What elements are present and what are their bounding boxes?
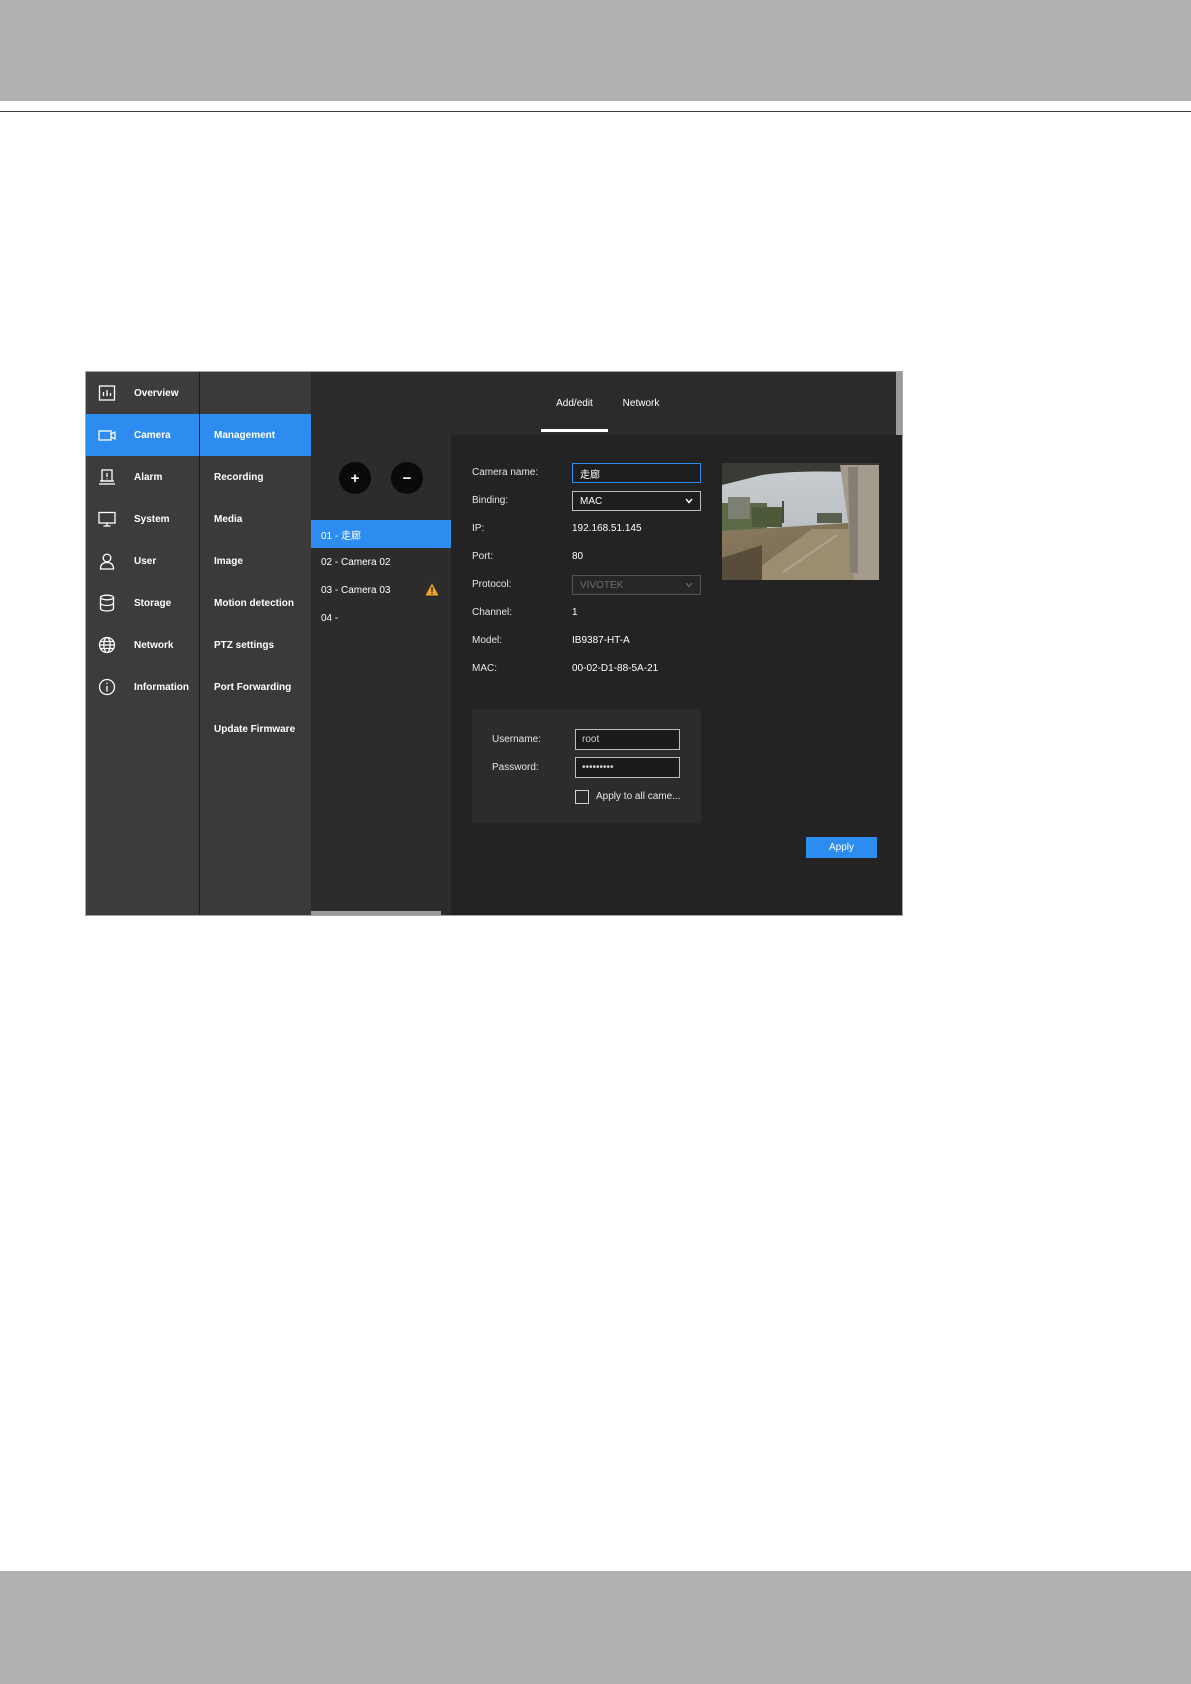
protocol-value: VIVOTEK <box>580 579 624 591</box>
nav-item-overview[interactable]: Overview <box>86 372 199 414</box>
chevron-down-icon <box>685 498 693 504</box>
nav-item-user[interactable]: User <box>86 540 199 582</box>
camera-detail-panel: Camera name: 走廊 Binding: MAC IP: 192.168… <box>451 435 901 915</box>
mac-label: MAC: <box>472 663 497 674</box>
camera-list-item[interactable]: 03 - Camera 03 <box>311 576 451 604</box>
camera-list-item-label: 04 - <box>321 612 339 624</box>
username-label: Username: <box>492 734 541 745</box>
port-label: Port: <box>472 551 494 562</box>
subnav-item-motion-detection[interactable]: Motion detection <box>200 582 311 624</box>
username-value: root <box>582 734 600 745</box>
ip-label: IP: <box>472 523 485 534</box>
nav-item-system[interactable]: System <box>86 498 199 540</box>
main-nav: Overview Camera Alarm System User Storag… <box>86 372 200 915</box>
database-icon <box>97 593 117 613</box>
nav-item-label: User <box>134 555 157 567</box>
subnav-item-recording[interactable]: Recording <box>200 456 311 498</box>
subnav-item-management[interactable]: Management <box>200 414 311 456</box>
camera-list-item-label: 02 - Camera 02 <box>321 556 391 568</box>
info-icon <box>97 677 117 697</box>
subnav-item-update-firmware[interactable]: Update Firmware <box>200 708 311 750</box>
tab-network[interactable]: Network <box>616 372 666 435</box>
camera-name-label: Camera name: <box>472 467 539 478</box>
nav-item-alarm[interactable]: Alarm <box>86 456 199 498</box>
camera-list-item[interactable]: 04 - <box>311 604 451 632</box>
subnav-item-ptz-settings[interactable]: PTZ settings <box>200 624 311 666</box>
globe-icon <box>97 635 117 655</box>
apply-button[interactable]: Apply <box>806 837 877 858</box>
add-camera-button[interactable]: + <box>339 462 371 494</box>
camera-list-item-label: 03 - Camera 03 <box>321 584 391 596</box>
binding-select[interactable]: MAC <box>572 491 701 511</box>
protocol-label: Protocol: <box>472 579 512 590</box>
ip-value: 192.168.51.145 <box>572 523 642 534</box>
sub-nav: Management Recording Media Image Motion … <box>200 372 311 915</box>
username-input[interactable]: root <box>575 729 680 750</box>
user-icon <box>97 551 117 571</box>
page-divider <box>0 111 1191 112</box>
page-footer-band <box>0 1571 1191 1684</box>
nav-item-label: Network <box>134 639 174 651</box>
password-label: Password: <box>492 762 539 773</box>
password-value: ••••••••• <box>582 762 614 773</box>
nav-item-network[interactable]: Network <box>86 624 199 666</box>
monitor-icon <box>97 509 117 529</box>
subnav-item-port-forwarding[interactable]: Port Forwarding <box>200 666 311 708</box>
remove-camera-button[interactable]: − <box>391 462 423 494</box>
camera-preview-image <box>722 463 879 580</box>
model-value: IB9387-HT-A <box>572 635 630 646</box>
overview-chart-icon <box>97 383 117 403</box>
camera-list-item-label: 01 - 走廊 <box>321 530 362 542</box>
camera-list-item[interactable]: 01 - 走廊 <box>311 520 451 548</box>
model-label: Model: <box>472 635 503 646</box>
tab-bar: Add/edit Network <box>311 372 902 435</box>
chevron-down-icon <box>685 582 693 588</box>
tab-add-edit[interactable]: Add/edit <box>541 372 608 435</box>
nav-item-camera[interactable]: Camera <box>86 414 199 456</box>
camera-name-value: 走廊 <box>580 469 600 481</box>
channel-value: 1 <box>572 607 578 618</box>
subnav-item-image[interactable]: Image <box>200 540 311 582</box>
horizontal-scrollbar[interactable] <box>311 911 441 915</box>
camera-list-item[interactable]: 02 - Camera 02 <box>311 548 451 576</box>
password-input[interactable]: ••••••••• <box>575 757 680 778</box>
channel-label: Channel: <box>472 607 513 618</box>
nav-item-label: Information <box>134 681 189 693</box>
camera-name-input[interactable]: 走廊 <box>572 463 701 483</box>
warning-icon <box>425 583 439 596</box>
mac-value: 00-02-D1-88-5A-21 <box>572 663 659 674</box>
binding-value: MAC <box>580 495 603 507</box>
nav-item-label: Camera <box>134 429 171 441</box>
page-header-band <box>0 0 1191 101</box>
binding-label: Binding: <box>472 495 509 506</box>
subnav-item-media[interactable]: Media <box>200 498 311 540</box>
apply-to-all-label: Apply to all came... <box>596 791 681 802</box>
vertical-scrollbar[interactable] <box>896 372 902 435</box>
app-window: Overview Camera Alarm System User Storag… <box>85 371 903 916</box>
nav-item-storage[interactable]: Storage <box>86 582 199 624</box>
apply-to-all-checkbox[interactable] <box>575 790 589 804</box>
alarm-icon <box>97 467 117 487</box>
nav-item-information[interactable]: Information <box>86 666 199 708</box>
camera-list-panel: + − 01 - 走廊 02 - Camera 02 03 - Camera 0… <box>311 435 451 915</box>
nav-item-label: Alarm <box>134 471 163 483</box>
camera-icon <box>97 425 117 445</box>
nav-item-label: Storage <box>134 597 172 609</box>
protocol-select: VIVOTEK <box>572 575 701 595</box>
credentials-panel: Username: root Password: ••••••••• Apply… <box>472 709 701 823</box>
port-value: 80 <box>572 551 584 562</box>
nav-item-label: System <box>134 513 170 525</box>
nav-item-label: Overview <box>134 387 179 399</box>
